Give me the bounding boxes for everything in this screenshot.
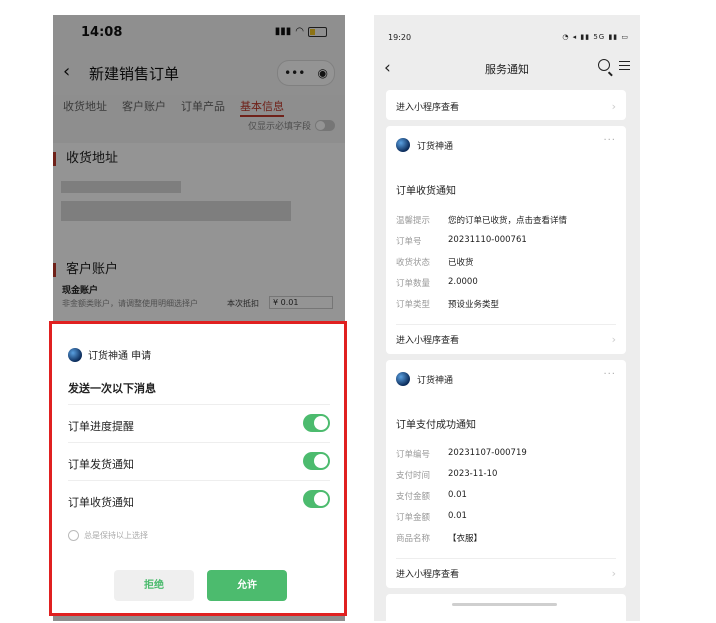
- card-header: 订货神通: [396, 138, 453, 152]
- notification-card[interactable]: 订货神通 ··· 订单收货通知 温馨提示 您的订单已收货，点击查看详情 订单号 20…: [386, 126, 626, 354]
- chevron-right-icon: ›: [611, 567, 616, 580]
- app-logo-icon: [68, 347, 82, 362]
- notification-title: 订单收货通知: [396, 186, 456, 197]
- right-phone-screen: 19:20 ◔ ◂ ▮▮ 5G ▮▮ ▭ ‹ 服务通知 进入小程序查看 › 订货…: [374, 15, 640, 621]
- field-key: 支付金额: [396, 492, 431, 502]
- card-app-name: 订货神通: [417, 375, 454, 386]
- field-key: 订单金额: [396, 513, 431, 523]
- permission-label: 订单收货通知: [68, 496, 134, 509]
- open-mini-program-link[interactable]: 进入小程序查看 ›: [396, 100, 616, 122]
- chevron-right-icon: ›: [611, 100, 616, 113]
- field-key: 订单类型: [396, 300, 431, 310]
- nav-bar: ‹ 服务通知: [374, 53, 640, 87]
- more-options-icon[interactable]: ···: [603, 369, 616, 380]
- notification-field: 订单数量 2.0000: [396, 277, 478, 289]
- field-key: 温馨提示: [396, 216, 431, 226]
- field-key: 支付时间: [396, 471, 431, 481]
- permission-toggle[interactable]: [303, 452, 330, 470]
- permission-row-shipping: 订单发货通知: [68, 442, 330, 481]
- field-value: 20231107-000719: [448, 448, 527, 458]
- open-mini-program-link[interactable]: 进入小程序查看 ›: [396, 333, 616, 355]
- field-value: 20231110-000761: [448, 235, 527, 245]
- always-keep-label: 总是保持以上选择: [84, 531, 148, 540]
- more-options-icon[interactable]: ···: [603, 135, 616, 146]
- app-logo-icon: [396, 372, 410, 386]
- search-icon[interactable]: [598, 59, 610, 71]
- home-indicator: [452, 603, 557, 606]
- notification-field: 订单金额 0.01: [396, 511, 467, 523]
- permission-toggle[interactable]: [303, 414, 330, 432]
- card-header: 订货神通: [396, 372, 453, 386]
- allow-button[interactable]: 允许: [207, 570, 287, 601]
- field-value: 0.01: [448, 490, 467, 500]
- notification-field: 支付金额 0.01: [396, 490, 467, 502]
- notification-field: 订单编号 20231107-000719: [396, 448, 527, 460]
- field-key: 收货状态: [396, 258, 431, 268]
- card-app-name: 订货神通: [417, 141, 454, 152]
- status-time: 19:20: [388, 33, 412, 42]
- permission-label: 订单进度提醒: [68, 420, 134, 433]
- sheet-app-name: 订货神通 申请: [88, 351, 152, 362]
- status-bar: 19:20 ◔ ◂ ▮▮ 5G ▮▮ ▭: [374, 15, 640, 53]
- field-key: 订单编号: [396, 450, 431, 460]
- notification-field: 收货状态 已收货: [396, 256, 474, 268]
- field-value: 您的订单已收货，点击查看详情: [448, 216, 568, 226]
- permission-row-receipt: 订单收货通知: [68, 480, 330, 519]
- permission-row-progress: 订单进度提醒: [68, 404, 330, 443]
- divider: [396, 324, 616, 325]
- always-keep-option[interactable]: 总是保持以上选择: [68, 530, 148, 541]
- deny-button[interactable]: 拒绝: [114, 570, 194, 601]
- notification-field: 订单类型 预设业务类型: [396, 298, 499, 310]
- permission-label: 订单发货通知: [68, 458, 134, 471]
- field-value: 【衣服】: [448, 534, 483, 544]
- notification-title: 订单支付成功通知: [396, 420, 476, 431]
- permission-toggle[interactable]: [303, 490, 330, 508]
- notification-field: 商品名称 【衣服】: [396, 532, 482, 544]
- link-label: 进入小程序查看: [396, 336, 460, 346]
- radio-icon[interactable]: [68, 530, 79, 541]
- status-icons: ◔ ◂ ▮▮ 5G ▮▮ ▭: [562, 33, 629, 41]
- field-value: 预设业务类型: [448, 300, 500, 310]
- notification-card[interactable]: 订货神通 ··· 订单支付成功通知 订单编号 20231107-000719 支付…: [386, 360, 626, 588]
- menu-icon[interactable]: [619, 61, 630, 70]
- link-label: 进入小程序查看: [396, 103, 460, 113]
- field-value: 2.0000: [448, 277, 478, 287]
- open-mini-program-link[interactable]: 进入小程序查看 ›: [396, 567, 616, 589]
- field-value: 0.01: [448, 511, 467, 521]
- notification-card-partial: 进入小程序查看 ›: [386, 90, 626, 120]
- notification-field: 订单号 20231110-000761: [396, 235, 527, 247]
- notification-field: 温馨提示 您的订单已收货，点击查看详情: [396, 214, 567, 226]
- field-value: 已收货: [448, 258, 474, 268]
- notification-card-partial: [386, 594, 626, 621]
- field-key: 订单号: [396, 237, 422, 247]
- subscribe-message-sheet: 订货神通 申请 发送一次以下消息 订单进度提醒 订单发货通知 订单收货通知 总是…: [49, 321, 347, 616]
- divider: [396, 558, 616, 559]
- field-value: 2023-11-10: [448, 469, 498, 479]
- chevron-right-icon: ›: [611, 333, 616, 346]
- sheet-header: 订货神通 申请: [68, 347, 151, 362]
- app-logo-icon: [396, 138, 410, 152]
- link-label: 进入小程序查看: [396, 570, 460, 580]
- notification-field: 支付时间 2023-11-10: [396, 469, 497, 481]
- field-key: 商品名称: [396, 534, 431, 544]
- sheet-title: 发送一次以下消息: [68, 382, 156, 395]
- field-key: 订单数量: [396, 279, 431, 289]
